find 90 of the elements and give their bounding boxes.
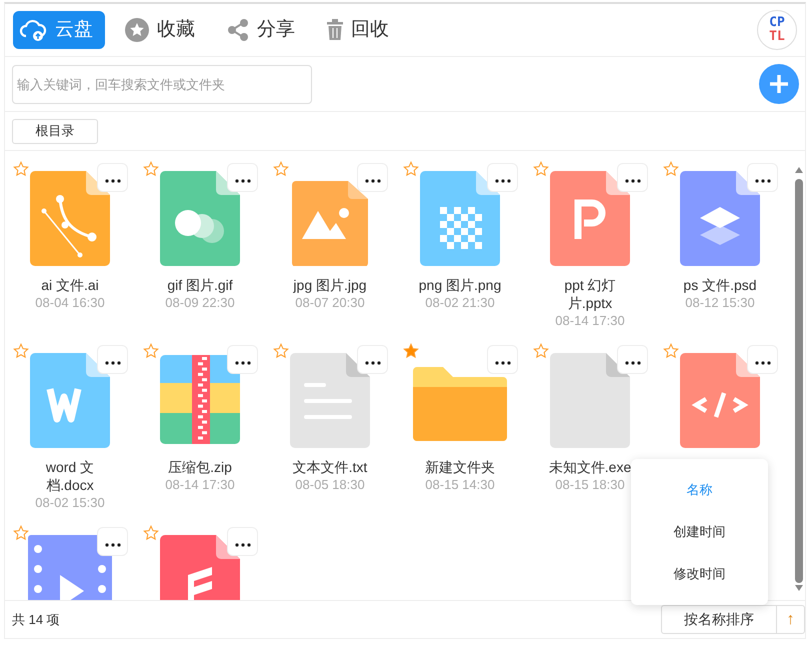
logo-text: CP xyxy=(769,16,785,30)
file-name: 新建文件夹 xyxy=(424,458,496,476)
file-name: jpg 图片.jpg xyxy=(292,276,368,294)
file-date: 08-15 14:30 xyxy=(425,476,495,494)
menu-item[interactable]: 修改时间 xyxy=(631,553,768,595)
nav-tab[interactable]: 回收 xyxy=(321,11,401,49)
more-button[interactable] xyxy=(617,345,648,374)
star-icon[interactable] xyxy=(13,343,29,359)
more-button[interactable] xyxy=(357,345,388,374)
more-button[interactable] xyxy=(97,527,128,556)
file-icon xyxy=(30,171,110,266)
file-date: 08-09 22:30 xyxy=(165,294,235,312)
more-icon xyxy=(624,178,640,182)
star-icon[interactable] xyxy=(13,161,29,177)
more-button[interactable] xyxy=(97,345,128,374)
more-icon xyxy=(234,360,250,364)
add-button[interactable] xyxy=(759,64,799,104)
star-icon[interactable] xyxy=(663,161,679,177)
file-date: 08-02 15:30 xyxy=(35,494,105,512)
star-icon[interactable] xyxy=(273,161,289,177)
file-icon xyxy=(550,171,630,266)
file-date: 08-12 15:30 xyxy=(685,294,755,312)
file-name: word 文档.docx xyxy=(44,458,96,494)
star-icon[interactable] xyxy=(143,525,159,541)
file-icon xyxy=(550,353,630,448)
nav-tab[interactable]: 收藏 xyxy=(119,11,207,49)
more-button[interactable] xyxy=(747,345,778,374)
file-icon xyxy=(680,353,760,448)
file-date: 08-14 17:30 xyxy=(165,476,235,494)
more-icon xyxy=(754,178,770,182)
star-icon[interactable] xyxy=(403,343,419,359)
file-name: ai 文件.ai xyxy=(40,276,100,294)
search-field[interactable]: 输入关键词，回车搜索文件或文件夹 xyxy=(12,64,312,104)
nav-tab[interactable]: 分享 xyxy=(221,11,307,49)
sort-button[interactable]: 按名称排序 xyxy=(661,605,777,634)
star-icon[interactable] xyxy=(403,161,419,177)
file-date: 08-15 18:30 xyxy=(555,476,625,494)
star-icon[interactable] xyxy=(533,343,549,359)
menu-item[interactable]: 创建时间 xyxy=(631,511,768,553)
more-icon xyxy=(104,542,120,546)
plus-icon xyxy=(769,74,789,94)
file-name: 未知文件.exe xyxy=(548,458,632,476)
more-icon xyxy=(494,178,510,182)
file-name: 文本文件.txt xyxy=(292,458,368,476)
more-icon xyxy=(494,360,510,364)
logo-text: TL xyxy=(769,30,785,44)
more-icon xyxy=(364,360,380,364)
more-button[interactable] xyxy=(227,527,258,556)
file-icon xyxy=(680,171,760,266)
star-icon[interactable] xyxy=(143,161,159,177)
more-button[interactable] xyxy=(357,163,388,192)
more-button[interactable] xyxy=(747,163,778,192)
file-name: png 图片.png xyxy=(418,276,502,294)
file-date: 08-07 20:30 xyxy=(295,294,365,312)
more-icon xyxy=(624,360,640,364)
file-icon xyxy=(420,171,500,266)
file-name: ppt 幻灯片.pptx xyxy=(563,276,617,312)
more-button[interactable] xyxy=(97,163,128,192)
star-icon[interactable] xyxy=(663,343,679,359)
file-date: 08-05 18:30 xyxy=(295,476,365,494)
cloud-icon xyxy=(19,18,47,42)
more-icon xyxy=(104,360,120,364)
logo[interactable]: CP TL xyxy=(757,10,797,50)
file-icon xyxy=(160,171,240,266)
share-icon xyxy=(227,18,249,42)
star-icon[interactable] xyxy=(273,343,289,359)
star-icon[interactable] xyxy=(533,161,549,177)
star-icon[interactable] xyxy=(143,343,159,359)
more-icon xyxy=(104,178,120,182)
file-date: 08-04 16:30 xyxy=(35,294,105,312)
file-icon xyxy=(290,353,370,448)
file-name: ps 文件.psd xyxy=(682,276,758,294)
file-date: 08-02 21:30 xyxy=(425,294,495,312)
more-icon xyxy=(754,360,770,364)
more-button[interactable] xyxy=(227,163,258,192)
more-button[interactable] xyxy=(227,345,258,374)
trash-icon xyxy=(327,19,343,41)
file-name: gif 图片.gif xyxy=(166,276,234,294)
more-button[interactable] xyxy=(487,345,518,374)
more-button[interactable] xyxy=(617,163,648,192)
file-date: 08-14 17:30 xyxy=(555,312,625,330)
file-icon xyxy=(30,353,110,448)
more-icon xyxy=(234,178,250,182)
more-button[interactable] xyxy=(487,163,518,192)
more-icon xyxy=(234,542,250,546)
file-name: 压缩包.zip xyxy=(167,458,233,476)
breadcrumb-button[interactable]: 根目录 xyxy=(12,118,98,144)
more-icon xyxy=(364,178,380,182)
item-count: 共 14 项 xyxy=(12,610,60,629)
star-icon[interactable] xyxy=(13,525,29,541)
